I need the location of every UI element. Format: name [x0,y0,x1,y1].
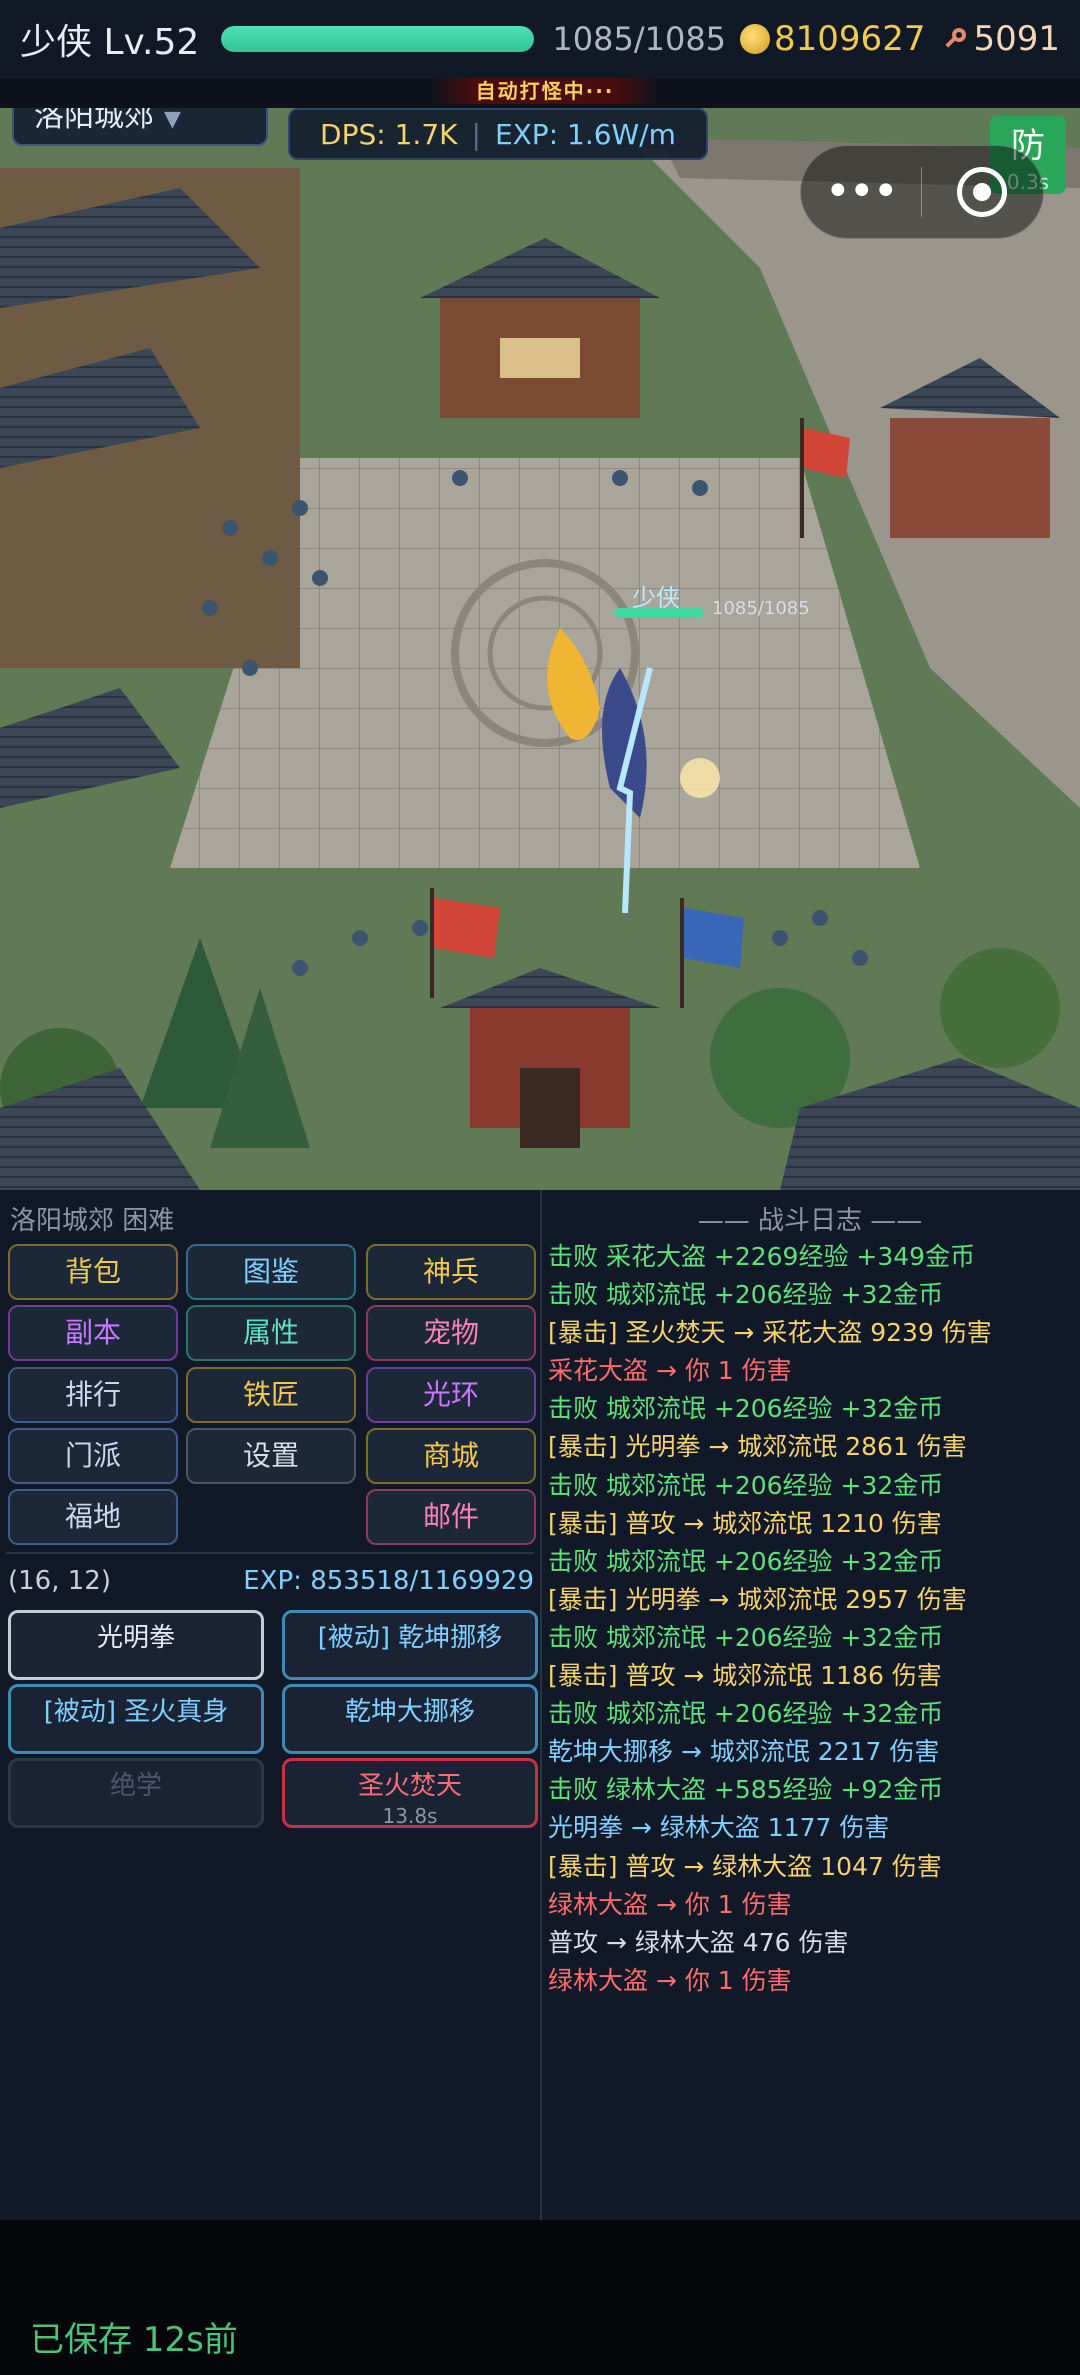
weapon-button[interactable]: 神兵 [366,1244,536,1300]
log-line: 采花大盗 → 你 1 伤害 [548,1356,792,1386]
key-icon [945,28,967,48]
skill-slot-2[interactable]: [被动] 乾坤挪移 [282,1610,538,1680]
hp-bar [221,26,535,52]
skill-slot-6-cooldown: 13.8s [382,1804,438,1828]
dungeon-button[interactable]: 副本 [8,1305,178,1361]
log-line: 绿林大盗 → 你 1 伤害 [548,1965,792,1995]
exp-rate: EXP: 1.6W/m [494,117,676,151]
map-coordinates: (16, 12) [8,1566,111,1596]
more-dots-icon[interactable]: ••• [801,170,921,214]
readout-separator: | [471,117,481,151]
exp-progress: EXP: 853518/1169929 [243,1566,534,1596]
zone-difficulty: 洛阳城郊 困难 [10,1206,175,1236]
log-line: 击败 城郊流氓 +206经验 +32金币 [548,1394,944,1424]
blessed-land-button[interactable]: 福地 [8,1489,178,1545]
settings-button[interactable]: 设置 [186,1428,356,1484]
gold-value: 8109627 [774,19,926,59]
battle-log-title: —— 战斗日志 —— [697,1206,923,1236]
rank-button[interactable]: 排行 [8,1367,178,1423]
coin-icon [740,24,771,54]
shop-button[interactable]: 商城 [366,1428,536,1484]
log-line: [暴击] 光明拳 → 城郊流氓 2957 伤害 [548,1584,967,1614]
log-line: [暴击] 普攻 → 城郊流氓 1186 伤害 [548,1661,942,1691]
location-label: 洛阳城郊 [34,108,154,134]
panel-hdivider [6,1552,534,1554]
log-line: 击败 城郊流氓 +206经验 +32金币 [548,1470,944,1500]
log-line: 击败 采花大盗 +2269经验 +349金币 [548,1242,976,1271]
log-line: [暴击] 普攻 → 城郊流氓 1210 伤害 [548,1508,942,1538]
log-line: [暴击] 圣火焚天 → 采花大盗 9239 伤害 [548,1318,992,1348]
chevron-down-icon: ▼ [164,108,181,132]
scene-artwork [0,108,1080,1190]
close-capsule-button[interactable] [922,167,1044,217]
gold-counter: 8109627 [740,19,925,59]
skill-slot-5[interactable]: 绝学 [8,1758,264,1828]
log-line: 乾坤大挪移 → 城郊流氓 2217 伤害 [548,1737,940,1767]
dps-value: DPS: 1.7K [320,117,458,151]
log-line: 击败 城郊流氓 +206经验 +32金币 [548,1280,944,1310]
skill-slot-6-label: 圣火焚天 [357,1771,462,1801]
battle-scene[interactable]: 洛阳城郊 ▼ DPS: 1.7K | EXP: 1.6W/m 防 0.3s •••… [0,108,1080,1190]
auto-fight-banner: 自动打怪中··· [430,78,660,104]
log-line: 击败 城郊流氓 +206经验 +32金币 [548,1699,944,1729]
aura-button[interactable]: 光环 [366,1367,536,1423]
player-level: 少侠 Lv.52 [20,22,200,63]
attributes-button[interactable]: 属性 [186,1305,356,1361]
key-value: 5091 [973,19,1060,59]
pet-button[interactable]: 宠物 [366,1305,536,1361]
hp-bar-fill [221,26,535,52]
key-counter: 5091 [941,19,1060,59]
log-line: 光明拳 → 绿林大盗 1177 伤害 [548,1813,890,1843]
log-line: 击败 城郊流氓 +206经验 +32金币 [548,1546,944,1576]
battle-log[interactable]: 击败 采花大盗 +2269经验 +349金币 击败 城郊流氓 +206经验 +32… [548,1238,1076,2000]
location-dropdown[interactable]: 洛阳城郊 ▼ [12,108,268,146]
dps-exp-readout: DPS: 1.7K | EXP: 1.6W/m [288,108,708,160]
log-line: 击败 绿林大盗 +585经验 +92金币 [548,1775,944,1805]
mail-button[interactable]: 邮件 [366,1489,536,1545]
sect-button[interactable]: 门派 [8,1428,178,1484]
log-line: 绿林大盗 → 你 1 伤害 [548,1889,792,1919]
log-line: 击败 城郊流氓 +206经验 +32金币 [548,1622,944,1652]
save-status: 已保存 12s前 [30,2320,238,2360]
hp-text: 1085/1085 [552,20,727,58]
top-hud: 少侠 Lv.52 1085/1085 8109627 5091 [0,0,1080,78]
skill-slot-1[interactable]: 光明拳 [8,1610,264,1680]
player-hp-bar [614,608,704,618]
log-line: [暴击] 普攻 → 绿林大盗 1047 伤害 [548,1851,942,1881]
smith-button[interactable]: 铁匠 [186,1367,356,1423]
miniprogram-capsule[interactable]: ••• [800,145,1044,239]
skill-slot-3[interactable]: [被动] 圣火真身 [8,1684,264,1754]
skill-slot-6[interactable]: 圣火焚天 13.8s [282,1758,538,1828]
atlas-button[interactable]: 图鉴 [186,1244,356,1300]
skill-slot-4[interactable]: 乾坤大挪移 [282,1684,538,1754]
player-hp-text: 1085/1085 [712,598,810,619]
target-icon [957,167,1008,217]
log-line: [暴击] 光明拳 → 城郊流氓 2861 伤害 [548,1432,967,1462]
panel-divider [540,1190,542,2220]
log-line: 普攻 → 绿林大盗 476 伤害 [548,1927,849,1957]
bag-button[interactable]: 背包 [8,1244,178,1300]
